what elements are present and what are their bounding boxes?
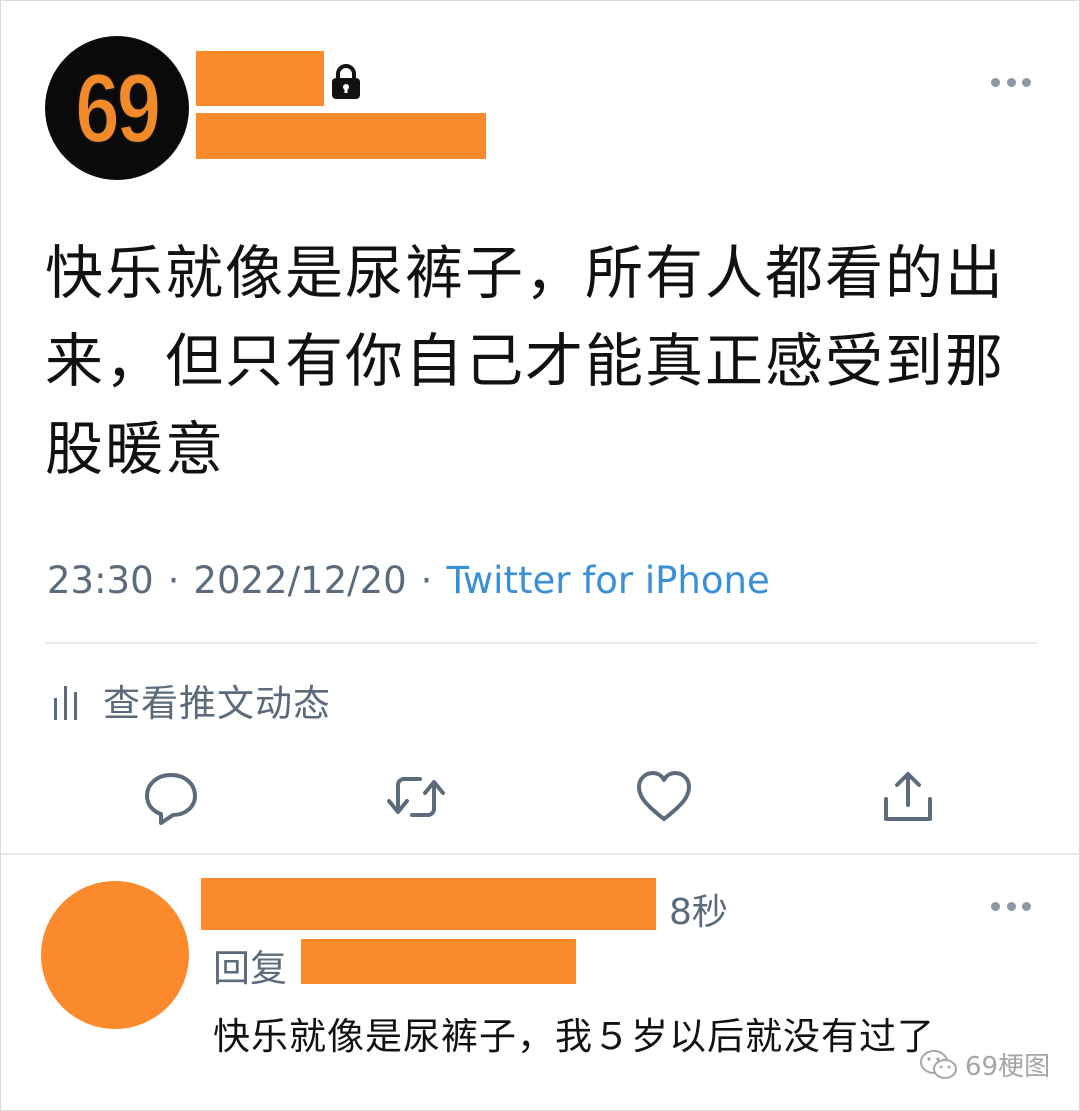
- tweet-time: 23:30: [47, 559, 154, 602]
- redacted-replying-to-handle[interactable]: [301, 939, 576, 984]
- watermark: 69梗图: [919, 1046, 1050, 1083]
- tweet-meta: 23:30 · 2022/12/20 · Twitter for iPhone: [47, 559, 770, 602]
- redacted-username[interactable]: [196, 113, 486, 159]
- author-avatar[interactable]: 69: [45, 36, 189, 180]
- view-activity-label: 查看推文动态: [103, 682, 331, 725]
- more-options-icon[interactable]: [991, 76, 1031, 88]
- meta-separator: ·: [167, 559, 180, 602]
- reply-icon[interactable]: [141, 767, 201, 827]
- analytics-icon: [54, 686, 77, 720]
- reply-timestamp: 8秒: [669, 892, 728, 933]
- redacted-reply-author-name[interactable]: [201, 878, 656, 930]
- watermark-text: 69梗图: [965, 1052, 1051, 1082]
- heart-icon[interactable]: [634, 767, 694, 827]
- replying-to-label: 回复: [213, 947, 287, 990]
- avatar-logo-text: 69: [75, 52, 163, 164]
- section-divider: [1, 853, 1080, 855]
- tweet-detail-page: 69 快乐就像是尿裤子，所有人都看的出来，但只有你自己才能真正感受到那股暖意 2…: [0, 0, 1080, 1111]
- lock-icon: [332, 64, 360, 99]
- wechat-icon: [920, 1049, 957, 1079]
- retweet-icon[interactable]: [386, 767, 446, 827]
- share-icon[interactable]: [878, 767, 938, 827]
- reply-author-avatar[interactable]: [41, 881, 189, 1029]
- divider: [45, 642, 1037, 644]
- tweet-source-link[interactable]: Twitter for iPhone: [446, 559, 769, 602]
- meta-separator: ·: [420, 559, 433, 602]
- more-options-icon[interactable]: [991, 900, 1031, 912]
- tweet-date: 2022/12/20: [193, 559, 407, 602]
- tweet-text: 快乐就像是尿裤子，所有人都看的出来，但只有你自己才能真正感受到那股暖意: [45, 239, 1006, 483]
- view-activity-button[interactable]: 查看推文动态: [51, 673, 331, 727]
- redacted-display-name[interactable]: [196, 51, 324, 106]
- reply-text: 快乐就像是尿裤子，我５岁以后就没有过了: [213, 1015, 935, 1058]
